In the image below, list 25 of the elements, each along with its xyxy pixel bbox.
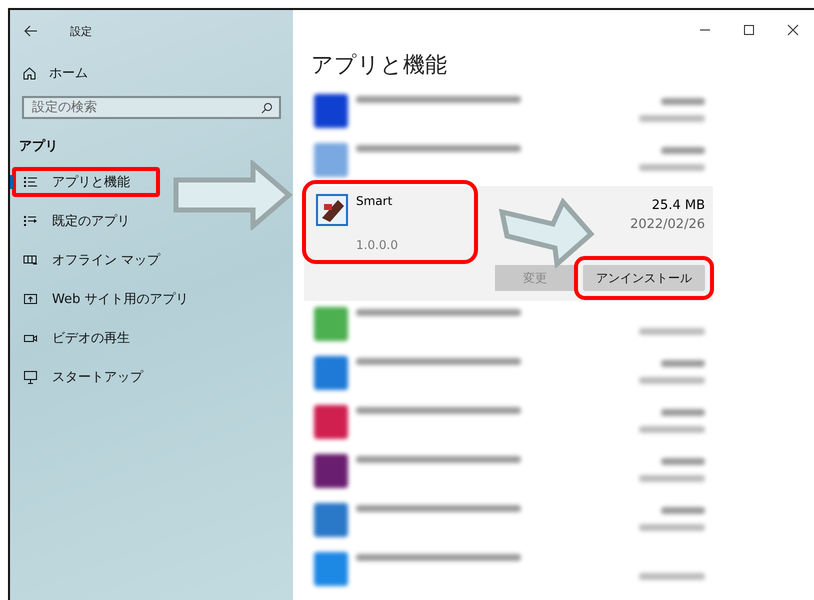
app-version: 1.0.0.0 (356, 238, 398, 252)
window-title: 設定 (70, 24, 92, 38)
home-icon (22, 66, 37, 80)
sidebar-item[interactable]: オフライン マップ (12, 245, 190, 275)
search-icon (261, 102, 273, 114)
sidebar-item[interactable]: スタートアップ (12, 362, 173, 392)
list-arrow-icon (23, 214, 38, 228)
home-link[interactable]: ホーム (22, 64, 88, 82)
sidebar-item[interactable]: ビデオの再生 (12, 323, 160, 353)
sidebar-item[interactable]: アプリと機能 (12, 167, 160, 197)
install-date: 2022/02/26 (630, 217, 705, 232)
app-name: Smart (356, 194, 394, 208)
window-icon (23, 292, 38, 306)
map-icon (23, 252, 38, 268)
uninstall-button[interactable]: アンインストール (583, 265, 705, 291)
list-icon (23, 174, 38, 190)
page-title: アプリと機能 (311, 52, 448, 80)
sidebar-item[interactable]: 既定のアプリ (12, 206, 160, 236)
section-heading: アプリ (19, 138, 59, 155)
app-icon (316, 194, 348, 226)
back-arrow-icon[interactable] (24, 25, 38, 37)
search-field[interactable]: 設定の検索 (22, 96, 281, 119)
sidebar-item[interactable]: Web サイト用のアプリ (12, 284, 218, 314)
app-size: 25.4 MB (652, 198, 705, 213)
monitor-icon (23, 370, 38, 384)
